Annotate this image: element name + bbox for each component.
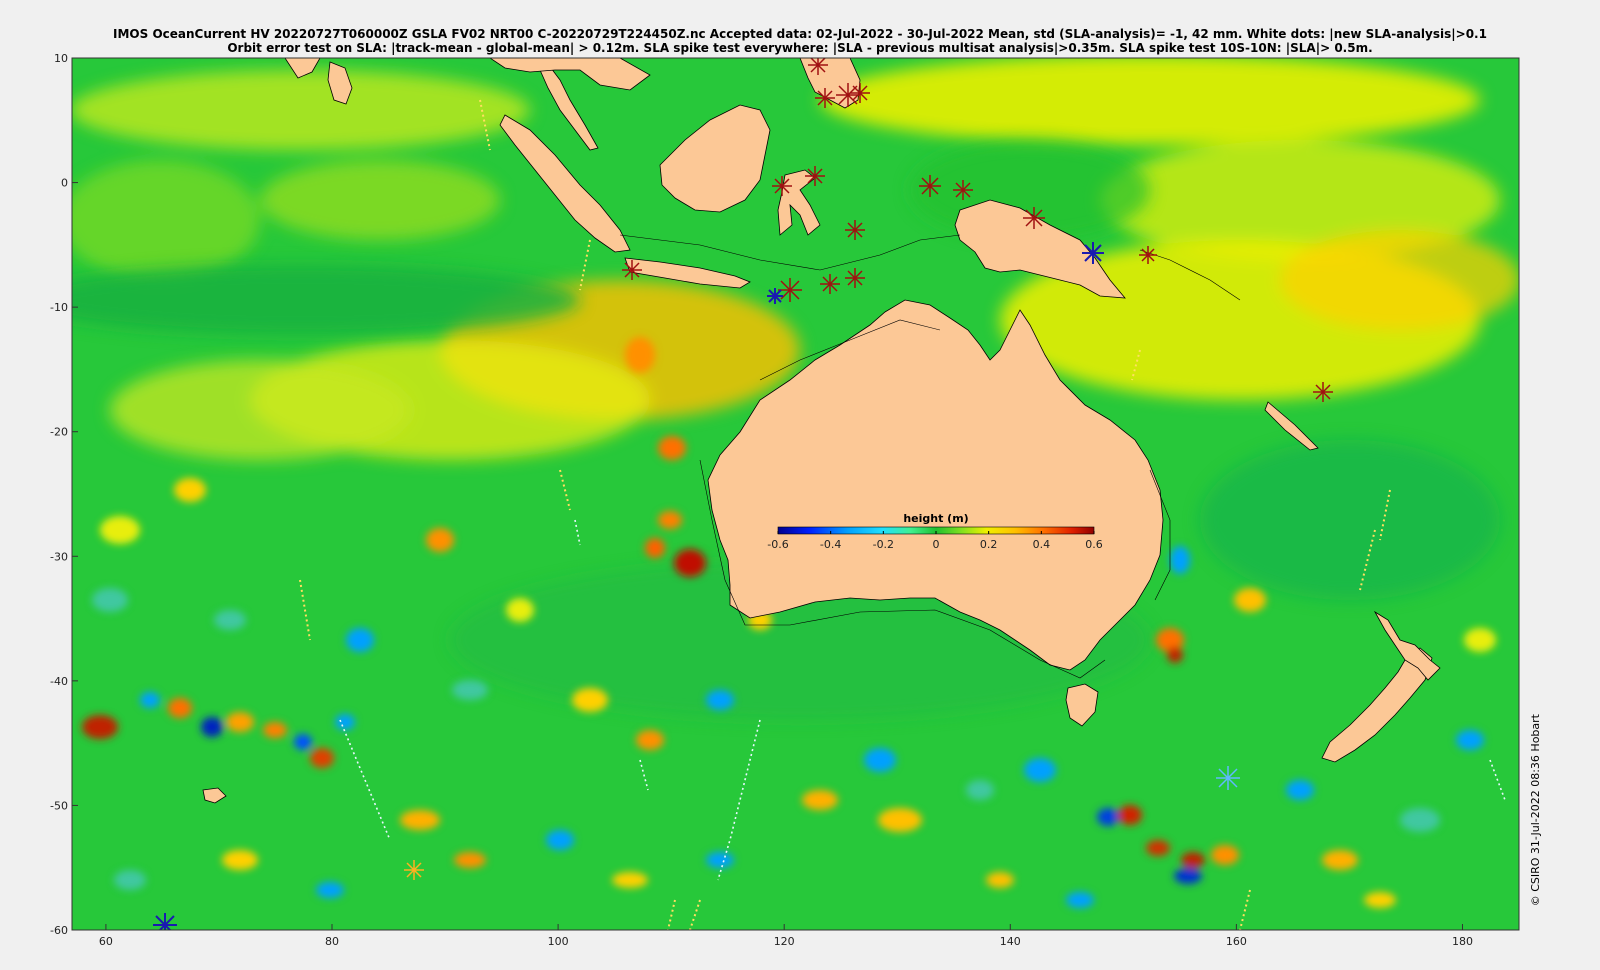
y-tick-label: -10: [50, 301, 68, 314]
sla-map-figure: 100-10-20-30-40-50-60 60 80 100 120 140 160 18…: [50, 52, 1520, 948]
map-plot-area: [72, 58, 1519, 930]
x-tick-label: 60: [99, 935, 113, 948]
colorbar-title: height (m): [903, 512, 968, 525]
colorbar-tick-label: 0.6: [1085, 538, 1103, 551]
y-tick-label: -20: [50, 426, 68, 439]
colorbar-tick-label: -0.2: [873, 538, 894, 551]
y-tick-label: -30: [50, 550, 68, 563]
colorbar-tick-label: 0.4: [1033, 538, 1051, 551]
x-tick-label: 140: [1000, 935, 1021, 948]
colorbar-tick-label: 0: [933, 538, 940, 551]
x-tick-label: 160: [1226, 935, 1247, 948]
y-tick-label: -40: [50, 675, 68, 688]
x-tick-label: 80: [325, 935, 339, 948]
flagged-data-markers-orange: [404, 860, 424, 880]
colorbar-tick-label: -0.4: [820, 538, 841, 551]
y-tick-label: 10: [54, 52, 68, 65]
x-tick-label: 100: [548, 935, 569, 948]
y-tick-label: -50: [50, 799, 68, 812]
y-tick-label: -60: [50, 924, 68, 937]
x-tick-label: 120: [774, 935, 795, 948]
colorbar-tick-label: -0.6: [767, 538, 788, 551]
x-tick-label: 180: [1452, 935, 1473, 948]
credit-label: © CSIRO 31-Jul-2022 08:36 Hobart: [1529, 714, 1542, 907]
flagged-data-markers-lightblue: [1216, 766, 1240, 790]
y-tick-label: 0: [61, 177, 68, 190]
colorbar-tick-label: 0.2: [980, 538, 998, 551]
